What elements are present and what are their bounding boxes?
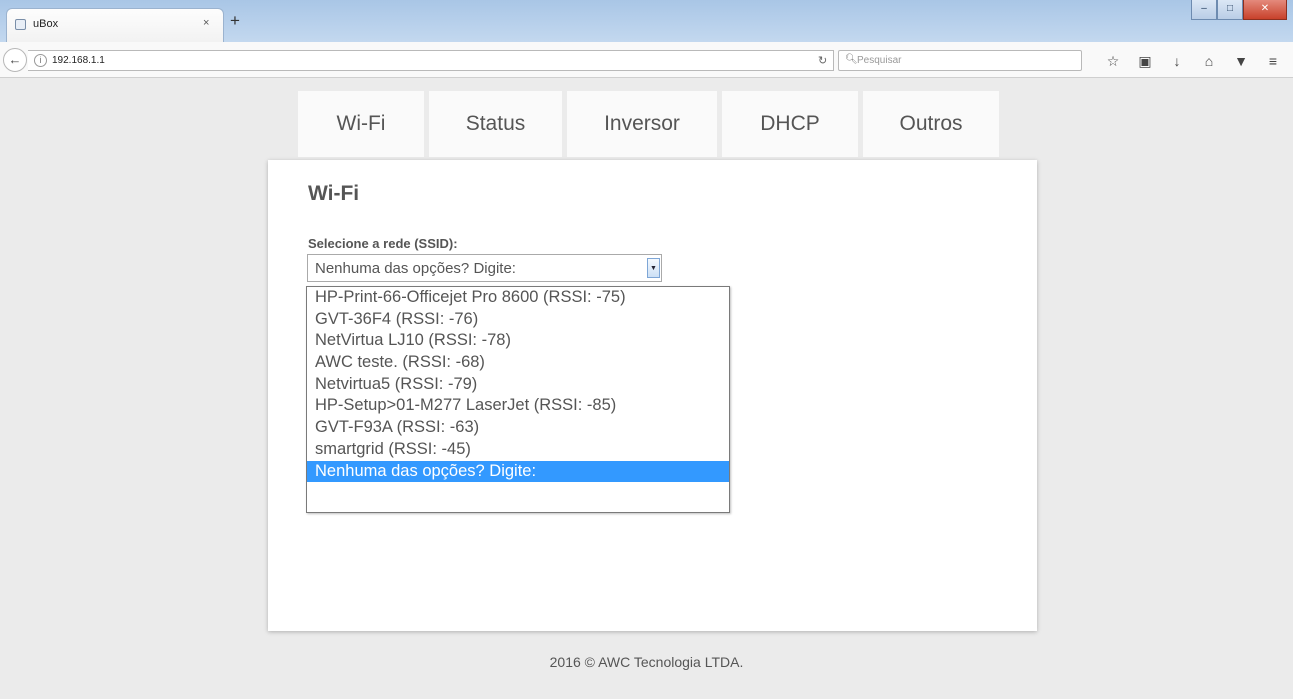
browser-titlebar: uBox × + – □ ✕	[0, 0, 1293, 42]
tab-outros[interactable]: Outros	[863, 91, 999, 157]
ssid-option[interactable]: HP-Print-66-Officejet Pro 8600 (RSSI: -7…	[307, 287, 729, 309]
tab-status[interactable]: Status	[429, 91, 562, 157]
star-icon[interactable]: ☆	[1097, 51, 1129, 71]
footer-copyright: 2016 © AWC Tecnologia LTDA.	[549, 654, 744, 670]
ssid-dropdown-list: HP-Print-66-Officejet Pro 8600 (RSSI: -7…	[306, 286, 730, 513]
close-tab-icon[interactable]: ×	[203, 17, 209, 29]
ssid-option[interactable]: GVT-36F4 (RSSI: -76)	[307, 309, 729, 331]
search-placeholder: Pesquisar	[857, 55, 902, 66]
info-icon[interactable]: i	[34, 54, 47, 67]
library-icon[interactable]: ▣	[1129, 51, 1161, 71]
ssid-select[interactable]: Nenhuma das opções? Digite: ▼	[307, 254, 662, 282]
menu-icon[interactable]: ≡	[1257, 51, 1289, 71]
ssid-option[interactable]: NetVirtua LJ10 (RSSI: -78)	[307, 330, 729, 352]
minimize-button[interactable]: –	[1191, 0, 1217, 20]
browser-tab[interactable]: uBox ×	[6, 8, 224, 42]
download-icon[interactable]: ↓	[1161, 51, 1193, 71]
browser-navbar: ← i 192.168.1.1 ↻ 🔍︎ Pesquisar ☆ ▣ ↓ ⌂ ▼…	[0, 42, 1293, 78]
window-controls: – □ ✕	[1191, 0, 1287, 21]
page-icon	[15, 19, 26, 30]
reload-icon[interactable]: ↻	[818, 54, 827, 67]
url-text: 192.168.1.1	[52, 55, 105, 66]
ssid-select-value: Nenhuma das opções? Digite:	[315, 260, 516, 277]
new-tab-icon[interactable]: +	[230, 12, 240, 29]
search-icon: 🔍︎	[845, 54, 858, 65]
ssid-option[interactable]: AWC teste. (RSSI: -68)	[307, 352, 729, 374]
pocket-icon[interactable]: ▼	[1225, 51, 1257, 71]
browser-toolbar: ☆ ▣ ↓ ⌂ ▼ ≡	[1097, 51, 1289, 71]
tab-title: uBox	[33, 18, 59, 30]
back-button[interactable]: ←	[3, 48, 27, 72]
dropdown-arrow-icon[interactable]: ▼	[647, 258, 660, 278]
search-input[interactable]: 🔍︎ Pesquisar	[838, 50, 1082, 71]
close-window-button[interactable]: ✕	[1243, 0, 1287, 20]
ssid-label: Selecione a rede (SSID):	[308, 236, 458, 251]
ssid-option-selected[interactable]: Nenhuma das opções? Digite:	[307, 460, 729, 483]
ssid-option[interactable]: GVT-F93A (RSSI: -63)	[307, 417, 729, 439]
home-icon[interactable]: ⌂	[1193, 51, 1225, 71]
maximize-button[interactable]: □	[1217, 0, 1243, 20]
main-nav: Wi-Fi Status Inversor DHCP Outros	[298, 91, 999, 157]
ssid-option[interactable]: smartgrid (RSSI: -45)	[307, 439, 729, 461]
tab-dhcp[interactable]: DHCP	[722, 91, 858, 157]
tab-wifi[interactable]: Wi-Fi	[298, 91, 424, 157]
address-bar[interactable]: i 192.168.1.1 ↻	[28, 50, 834, 71]
page-title: Wi-Fi	[308, 182, 360, 205]
ssid-option[interactable]: Netvirtua5 (RSSI: -79)	[307, 374, 729, 396]
tab-inversor[interactable]: Inversor	[567, 91, 717, 157]
ssid-option[interactable]: HP-Setup>01-M277 LaserJet (RSSI: -85)	[307, 395, 729, 417]
